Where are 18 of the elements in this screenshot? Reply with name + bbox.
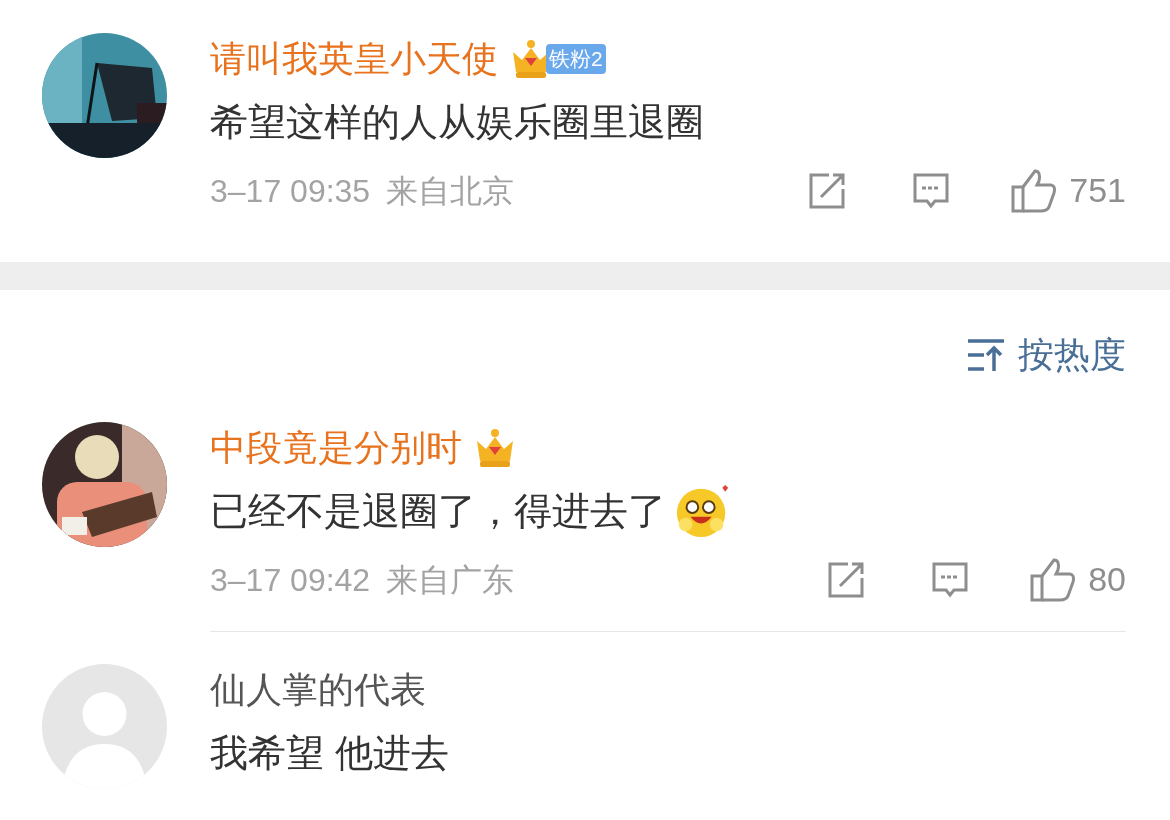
- like-count: 80: [1088, 559, 1126, 600]
- like-icon[interactable]: [1011, 168, 1058, 213]
- username[interactable]: 仙人掌的代表: [210, 663, 426, 717]
- crown-icon: [474, 427, 516, 469]
- username[interactable]: 中段竟是分别时: [210, 421, 462, 475]
- timestamp: 3–17 09:42: [210, 560, 371, 600]
- username[interactable]: 请叫我英皇小天使: [210, 32, 498, 86]
- location: 来自北京: [386, 171, 515, 211]
- fan-badge: 铁粉2: [546, 44, 606, 74]
- sort-icon: [966, 337, 1006, 373]
- sort-button[interactable]: 按热度: [966, 328, 1126, 382]
- comment-text: 已经不是退圈了，得进去了: [210, 488, 666, 534]
- location: 来自广东: [386, 560, 515, 600]
- comment-text: 希望这样的人从娱乐圈里退圈: [210, 99, 704, 145]
- like-icon[interactable]: [1030, 557, 1077, 602]
- comment-text: 我希望 他进去: [210, 730, 449, 776]
- timestamp: 3–17 09:35: [210, 171, 371, 211]
- like-count: 751: [1069, 170, 1126, 211]
